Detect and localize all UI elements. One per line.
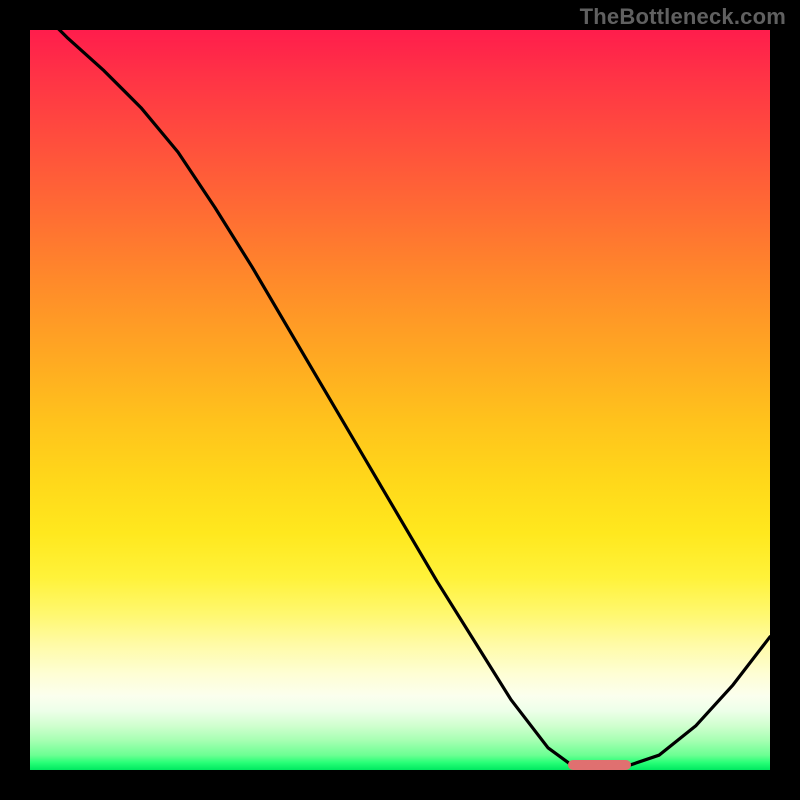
bottleneck-curve xyxy=(30,30,770,770)
line-chart-svg xyxy=(30,30,770,770)
watermark-text: TheBottleneck.com xyxy=(580,4,786,30)
optimal-range-marker xyxy=(568,760,631,770)
chart-container: TheBottleneck.com xyxy=(0,0,800,800)
plot-area xyxy=(30,30,770,770)
